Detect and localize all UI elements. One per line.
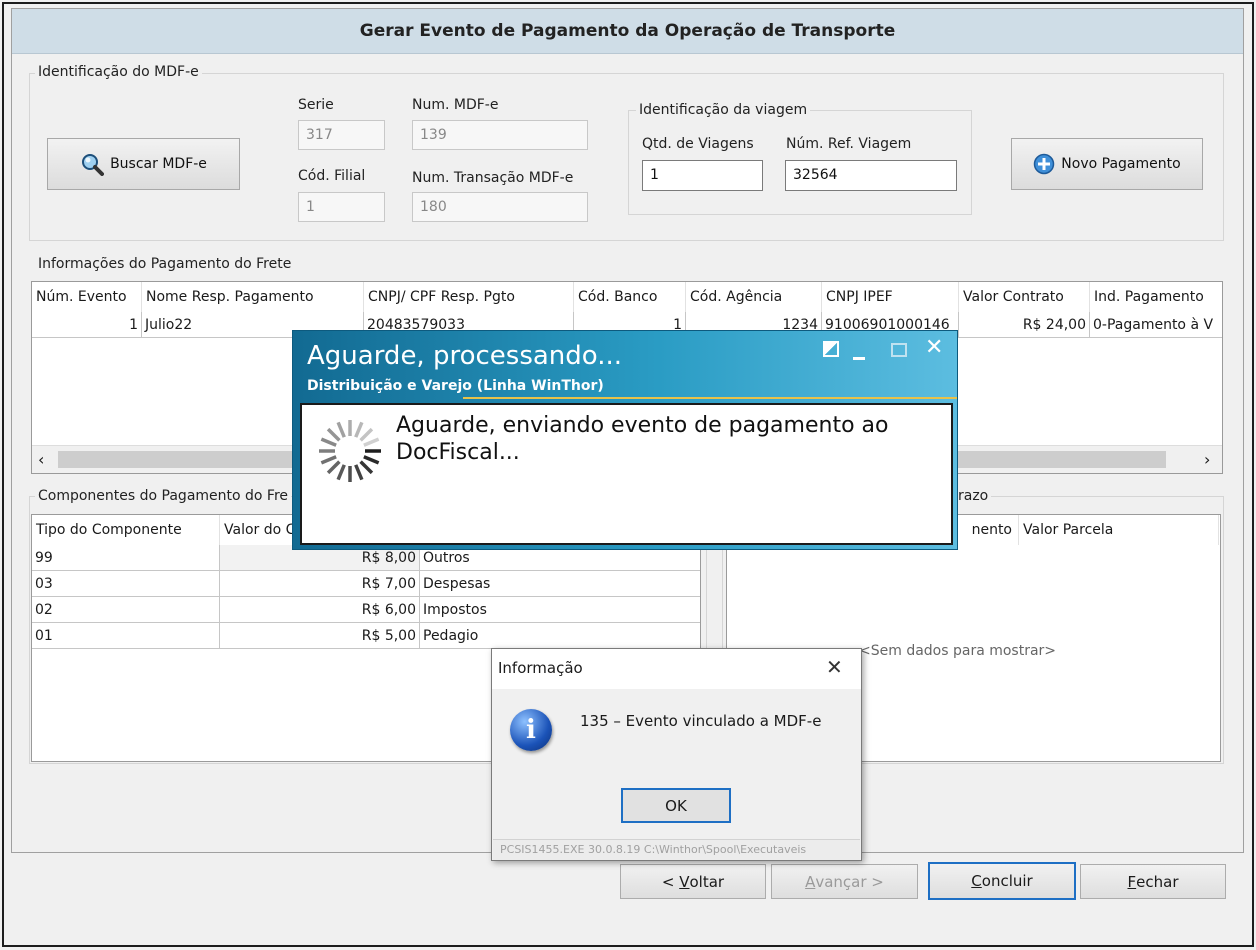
cell-num-evento: 1: [32, 312, 142, 338]
cell-valor: R$ 6,00: [220, 597, 420, 623]
column-header[interactable]: CNPJ IPEF: [822, 282, 959, 312]
avancar-rest: vançar >: [815, 872, 884, 891]
cod-filial-field[interactable]: 1: [298, 192, 385, 222]
voltar-accel: V: [679, 872, 690, 891]
column-header[interactable]: CNPJ/ CPF Resp. Pgto: [364, 282, 574, 312]
cell-ind-pagamento: 0-Pagamento à V: [1090, 312, 1222, 338]
close-icon[interactable]: ✕: [925, 335, 943, 360]
search-icon: [82, 154, 105, 176]
voltar-prefix: <: [661, 872, 680, 891]
info-dialog: Informação ✕ i 135 – Evento vinculado a …: [491, 648, 862, 861]
cell-tipo: 03: [32, 571, 220, 597]
cell-valor-contrato: R$ 24,00: [959, 312, 1090, 338]
componentes-legend: Componentes do Pagamento do Fre: [35, 488, 292, 504]
cell-valor: R$ 7,00: [220, 571, 420, 597]
cell-valor: R$ 5,00: [220, 623, 420, 649]
scroll-right-icon[interactable]: ›: [1204, 450, 1210, 469]
cell-tipo: 99: [32, 545, 220, 571]
novo-pagamento-button[interactable]: Novo Pagamento: [1011, 138, 1203, 190]
processing-subtitle: Distribuição e Varejo (Linha WinThor): [307, 378, 604, 394]
avancar-button[interactable]: Avançar >: [771, 864, 918, 899]
num-transacao-field[interactable]: 180: [412, 192, 588, 222]
qtd-viagens-label: Qtd. de Viagens: [642, 136, 754, 152]
voltar-rest: oltar: [689, 872, 725, 891]
num-ref-viagem-label: Núm. Ref. Viagem: [786, 136, 912, 152]
info-icon: i: [510, 709, 552, 751]
buscar-mdfe-button[interactable]: Buscar MDF-e: [47, 138, 240, 190]
close-icon[interactable]: ✕: [826, 655, 843, 679]
cell-descricao: Pedagio: [420, 623, 700, 649]
concluir-button[interactable]: Concluir: [928, 862, 1076, 900]
processing-message: Aguarde, enviando evento de pagamento ao…: [396, 413, 889, 465]
column-header[interactable]: Nome Resp. Pagamento: [142, 282, 364, 312]
mdfe-group-legend: Identificação do MDF-e: [35, 64, 202, 80]
voltar-button[interactable]: < Voltar: [620, 864, 766, 899]
novo-pagamento-label: Novo Pagamento: [1061, 156, 1181, 172]
viagem-group-legend: Identificação da viagem: [636, 102, 811, 118]
maximize-icon[interactable]: [891, 343, 907, 357]
loading-spinner-icon: [319, 420, 381, 482]
num-mdfe-label: Num. MDF-e: [412, 97, 499, 113]
column-header[interactable]: Tipo do Componente: [32, 515, 220, 545]
qtd-viagens-input[interactable]: 1: [642, 160, 763, 191]
add-circle-icon: [1034, 153, 1055, 175]
status-text: PCSIS1455.EXE 30.0.8.19 C:\Winthor\Spool…: [500, 843, 807, 856]
concluir-accel: C: [971, 872, 982, 890]
processing-body: Aguarde, enviando evento de pagamento ao…: [300, 403, 953, 545]
info-title: Informação: [498, 659, 583, 677]
restore-icon[interactable]: [823, 341, 839, 357]
cell-tipo: 02: [32, 597, 220, 623]
processing-title: Aguarde, processando...: [307, 341, 623, 371]
scroll-left-icon[interactable]: ‹: [38, 450, 44, 469]
minimize-icon[interactable]: [853, 357, 865, 360]
buscar-mdfe-label: Buscar MDF-e: [110, 156, 207, 172]
pagamento-frete-legend: Informações do Pagamento do Frete: [35, 256, 295, 272]
title-underline: [463, 397, 957, 399]
fechar-accel: F: [1127, 872, 1137, 891]
cell-descricao: Impostos: [420, 597, 700, 623]
info-message: 135 – Evento vinculado a MDF-e: [580, 712, 822, 730]
empty-grid-message: <Sem dados para mostrar>: [859, 643, 1057, 659]
column-header[interactable]: Cód. Agência: [686, 282, 822, 312]
column-header[interactable]: Valor Parcela: [1019, 515, 1219, 545]
column-header[interactable]: Valor Contrato: [959, 282, 1090, 312]
column-header[interactable]: Cód. Banco: [574, 282, 686, 312]
concluir-rest: oncluir: [981, 872, 1033, 890]
serie-label: Serie: [298, 97, 334, 113]
page-title: Gerar Evento de Pagamento da Operação de…: [12, 9, 1243, 54]
column-header[interactable]: Ind. Pagamento: [1090, 282, 1222, 312]
serie-field[interactable]: 317: [298, 120, 385, 150]
ok-button[interactable]: OK: [621, 788, 731, 823]
column-header[interactable]: Núm. Evento: [32, 282, 142, 312]
fechar-rest: echar: [1136, 872, 1179, 891]
num-transacao-label: Num. Transação MDF-e: [412, 170, 574, 186]
num-mdfe-field[interactable]: 139: [412, 120, 588, 150]
prazo-legend: razo: [955, 488, 992, 504]
cell-tipo: 01: [32, 623, 220, 649]
info-title-bar: Informação ✕: [492, 649, 861, 689]
cod-filial-label: Cód. Filial: [298, 168, 366, 184]
status-bar: PCSIS1455.EXE 30.0.8.19 C:\Winthor\Spool…: [493, 839, 860, 860]
cell-descricao: Despesas: [420, 571, 700, 597]
avancar-accel: A: [805, 872, 816, 891]
num-ref-viagem-input[interactable]: 32564: [785, 160, 957, 191]
fechar-button[interactable]: Fechar: [1080, 864, 1226, 899]
